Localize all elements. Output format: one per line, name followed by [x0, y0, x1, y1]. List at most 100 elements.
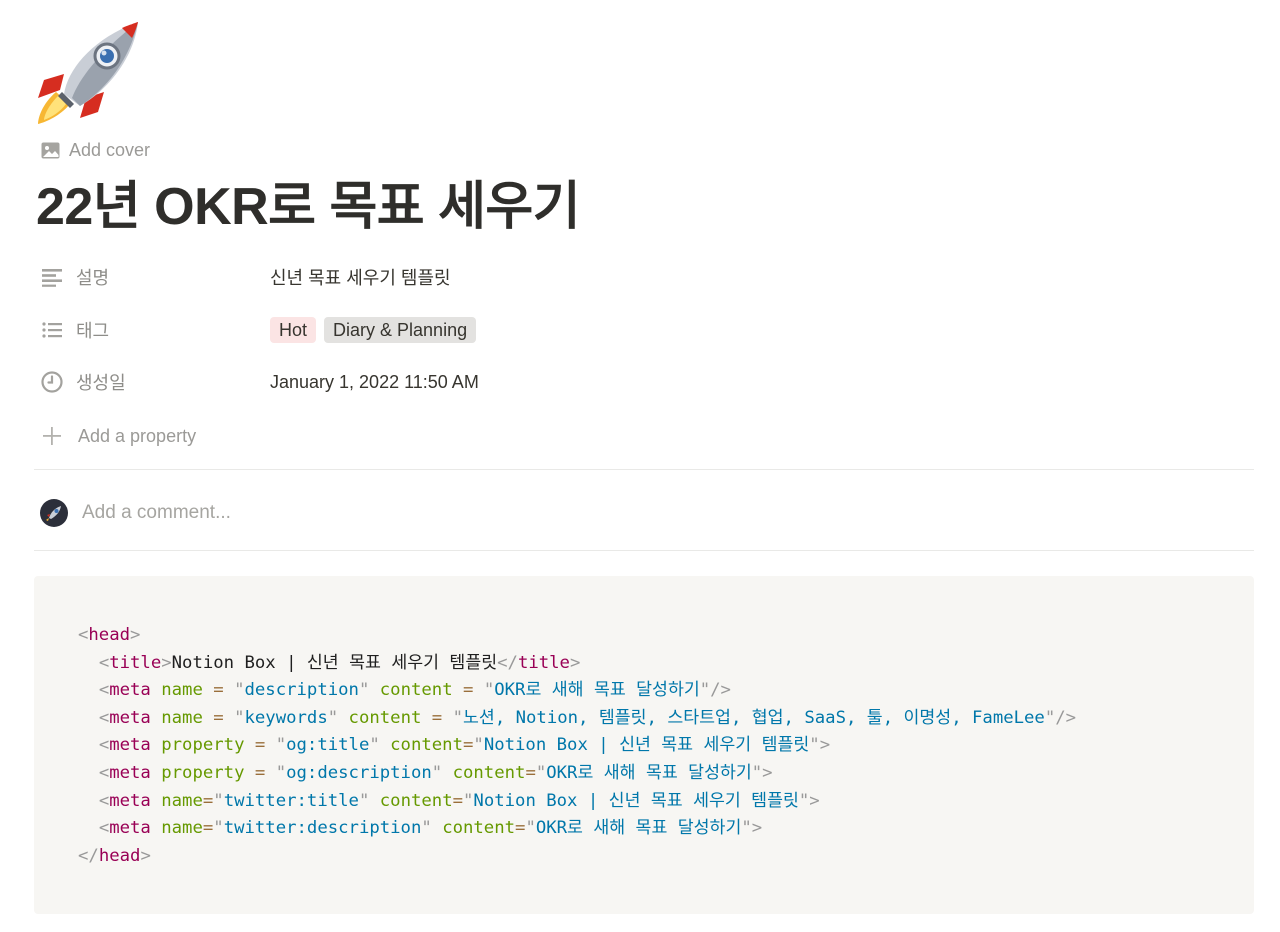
property-label: 태그: [76, 321, 110, 341]
code-token-punc: ": [431, 762, 443, 783]
code-token-tag: head: [98, 845, 141, 866]
add-property-button[interactable]: Add a property: [40, 422, 196, 450]
property-row-created: 생성일 January 1, 2022 11:50 AM: [40, 365, 1240, 399]
code-token-tag: head: [88, 625, 131, 645]
code-token-punc: ": [234, 707, 245, 728]
code-token-tag: meta: [109, 707, 151, 728]
code-token-punc: ": [699, 680, 711, 701]
tag-hot[interactable]: Hot: [270, 317, 317, 343]
code-token-punc: >: [751, 818, 763, 839]
code-token-punc: >: [819, 735, 831, 756]
rocket-icon[interactable]: [34, 18, 150, 126]
code-token-punc: <: [98, 735, 110, 756]
divider: [34, 469, 1254, 470]
property-label: 생성일: [76, 373, 126, 393]
code-token-tag: title: [517, 652, 570, 673]
tag-diary-planning[interactable]: Diary & Planning: [324, 317, 477, 343]
rocket-avatar-icon: [46, 506, 61, 521]
property-name-tags[interactable]: 태그: [40, 317, 270, 343]
clock-icon: [41, 371, 63, 393]
code-token-punc: ": [275, 762, 287, 783]
property-name-created[interactable]: 생성일: [40, 369, 270, 395]
code-token-punc: >: [161, 652, 172, 673]
code-token-punc: ": [421, 818, 432, 839]
code-token-punc: <: [98, 680, 110, 701]
code-token-str: Notion Box | 신년 목표 세우기 템플릿: [483, 735, 810, 756]
code-token-str: description: [244, 680, 359, 701]
code-token-eq: =: [254, 762, 266, 783]
code-token-punc: ": [358, 790, 370, 811]
property-row-description: 설명 신년 목표 세우기 템플릿: [40, 260, 1240, 294]
code-token-eq: =: [463, 680, 474, 701]
code-line: <title>Notion Box | 신년 목표 세우기 템플릿</title…: [78, 650, 1076, 678]
code-token-punc: ": [327, 707, 339, 728]
code-token-eq: =: [525, 762, 536, 783]
notion-page: Add cover 22년 OKR로 목표 세우기 설명 신년 목표 세우기 템…: [0, 0, 1280, 932]
code-token-punc: >: [809, 790, 820, 811]
code-line: <meta name="twitter:title" content="Noti…: [78, 788, 1076, 816]
comment-input[interactable]: [82, 502, 682, 524]
code-token-tag: meta: [109, 818, 151, 839]
code-token-attr: name: [161, 680, 203, 701]
code-token-tag: meta: [109, 680, 151, 701]
code-token-eq: =: [254, 735, 266, 756]
code-token-text: Notion Box | 신년 목표 세우기 템플릿: [171, 652, 498, 673]
code-token-attr: content: [348, 707, 422, 728]
code-token-attr: content: [390, 735, 463, 756]
code-token-attr: content: [442, 818, 516, 839]
code-token-punc: ": [358, 680, 370, 701]
code-line: <meta property = "og:title" content="Not…: [78, 732, 1076, 760]
property-name-description[interactable]: 설명: [40, 264, 270, 290]
code-token-punc: <: [78, 625, 89, 645]
code-token-tag: meta: [109, 762, 151, 783]
code-token-eq: =: [213, 707, 224, 728]
code-token-punc: ": [452, 707, 464, 728]
code-token-str: OKR로 새해 목표 달성하기: [546, 762, 752, 783]
code-token-str: twitter:title: [223, 790, 359, 811]
code-token-punc: ": [798, 790, 810, 811]
code-line: <head>: [78, 622, 1076, 650]
code-token-str: OKR로 새해 목표 달성하기: [494, 680, 700, 701]
code-token-attr: name: [161, 790, 203, 811]
property-value-tags[interactable]: Hot Diary & Planning: [270, 317, 477, 343]
text-lines-icon: [42, 269, 62, 287]
code-token-str: twitter:description: [223, 818, 422, 839]
plus-icon: [43, 427, 61, 445]
code-block[interactable]: <head> <title>Notion Box | 신년 목표 세우기 템플릿…: [34, 576, 1254, 914]
code-token-punc: ": [369, 735, 380, 756]
code-token-str: Notion Box | 신년 목표 세우기 템플릿: [473, 790, 799, 811]
code-token-tag: meta: [109, 790, 151, 811]
code-token-attr: name: [161, 818, 203, 839]
code-token-punc: ": [1044, 707, 1056, 728]
code-token-punc: <: [98, 652, 110, 673]
code-token-eq: =: [202, 818, 214, 839]
code-token-punc: ": [473, 735, 484, 756]
add-cover-button[interactable]: Add cover: [40, 138, 150, 162]
property-value-description[interactable]: 신년 목표 세우기 템플릿: [270, 264, 451, 290]
image-icon: [41, 142, 60, 158]
code-token-eq: =: [463, 735, 474, 756]
page-title[interactable]: 22년 OKR로 목표 세우기: [36, 174, 581, 240]
code-token-punc: />: [1055, 707, 1077, 728]
code-token-attr: content: [379, 790, 453, 811]
